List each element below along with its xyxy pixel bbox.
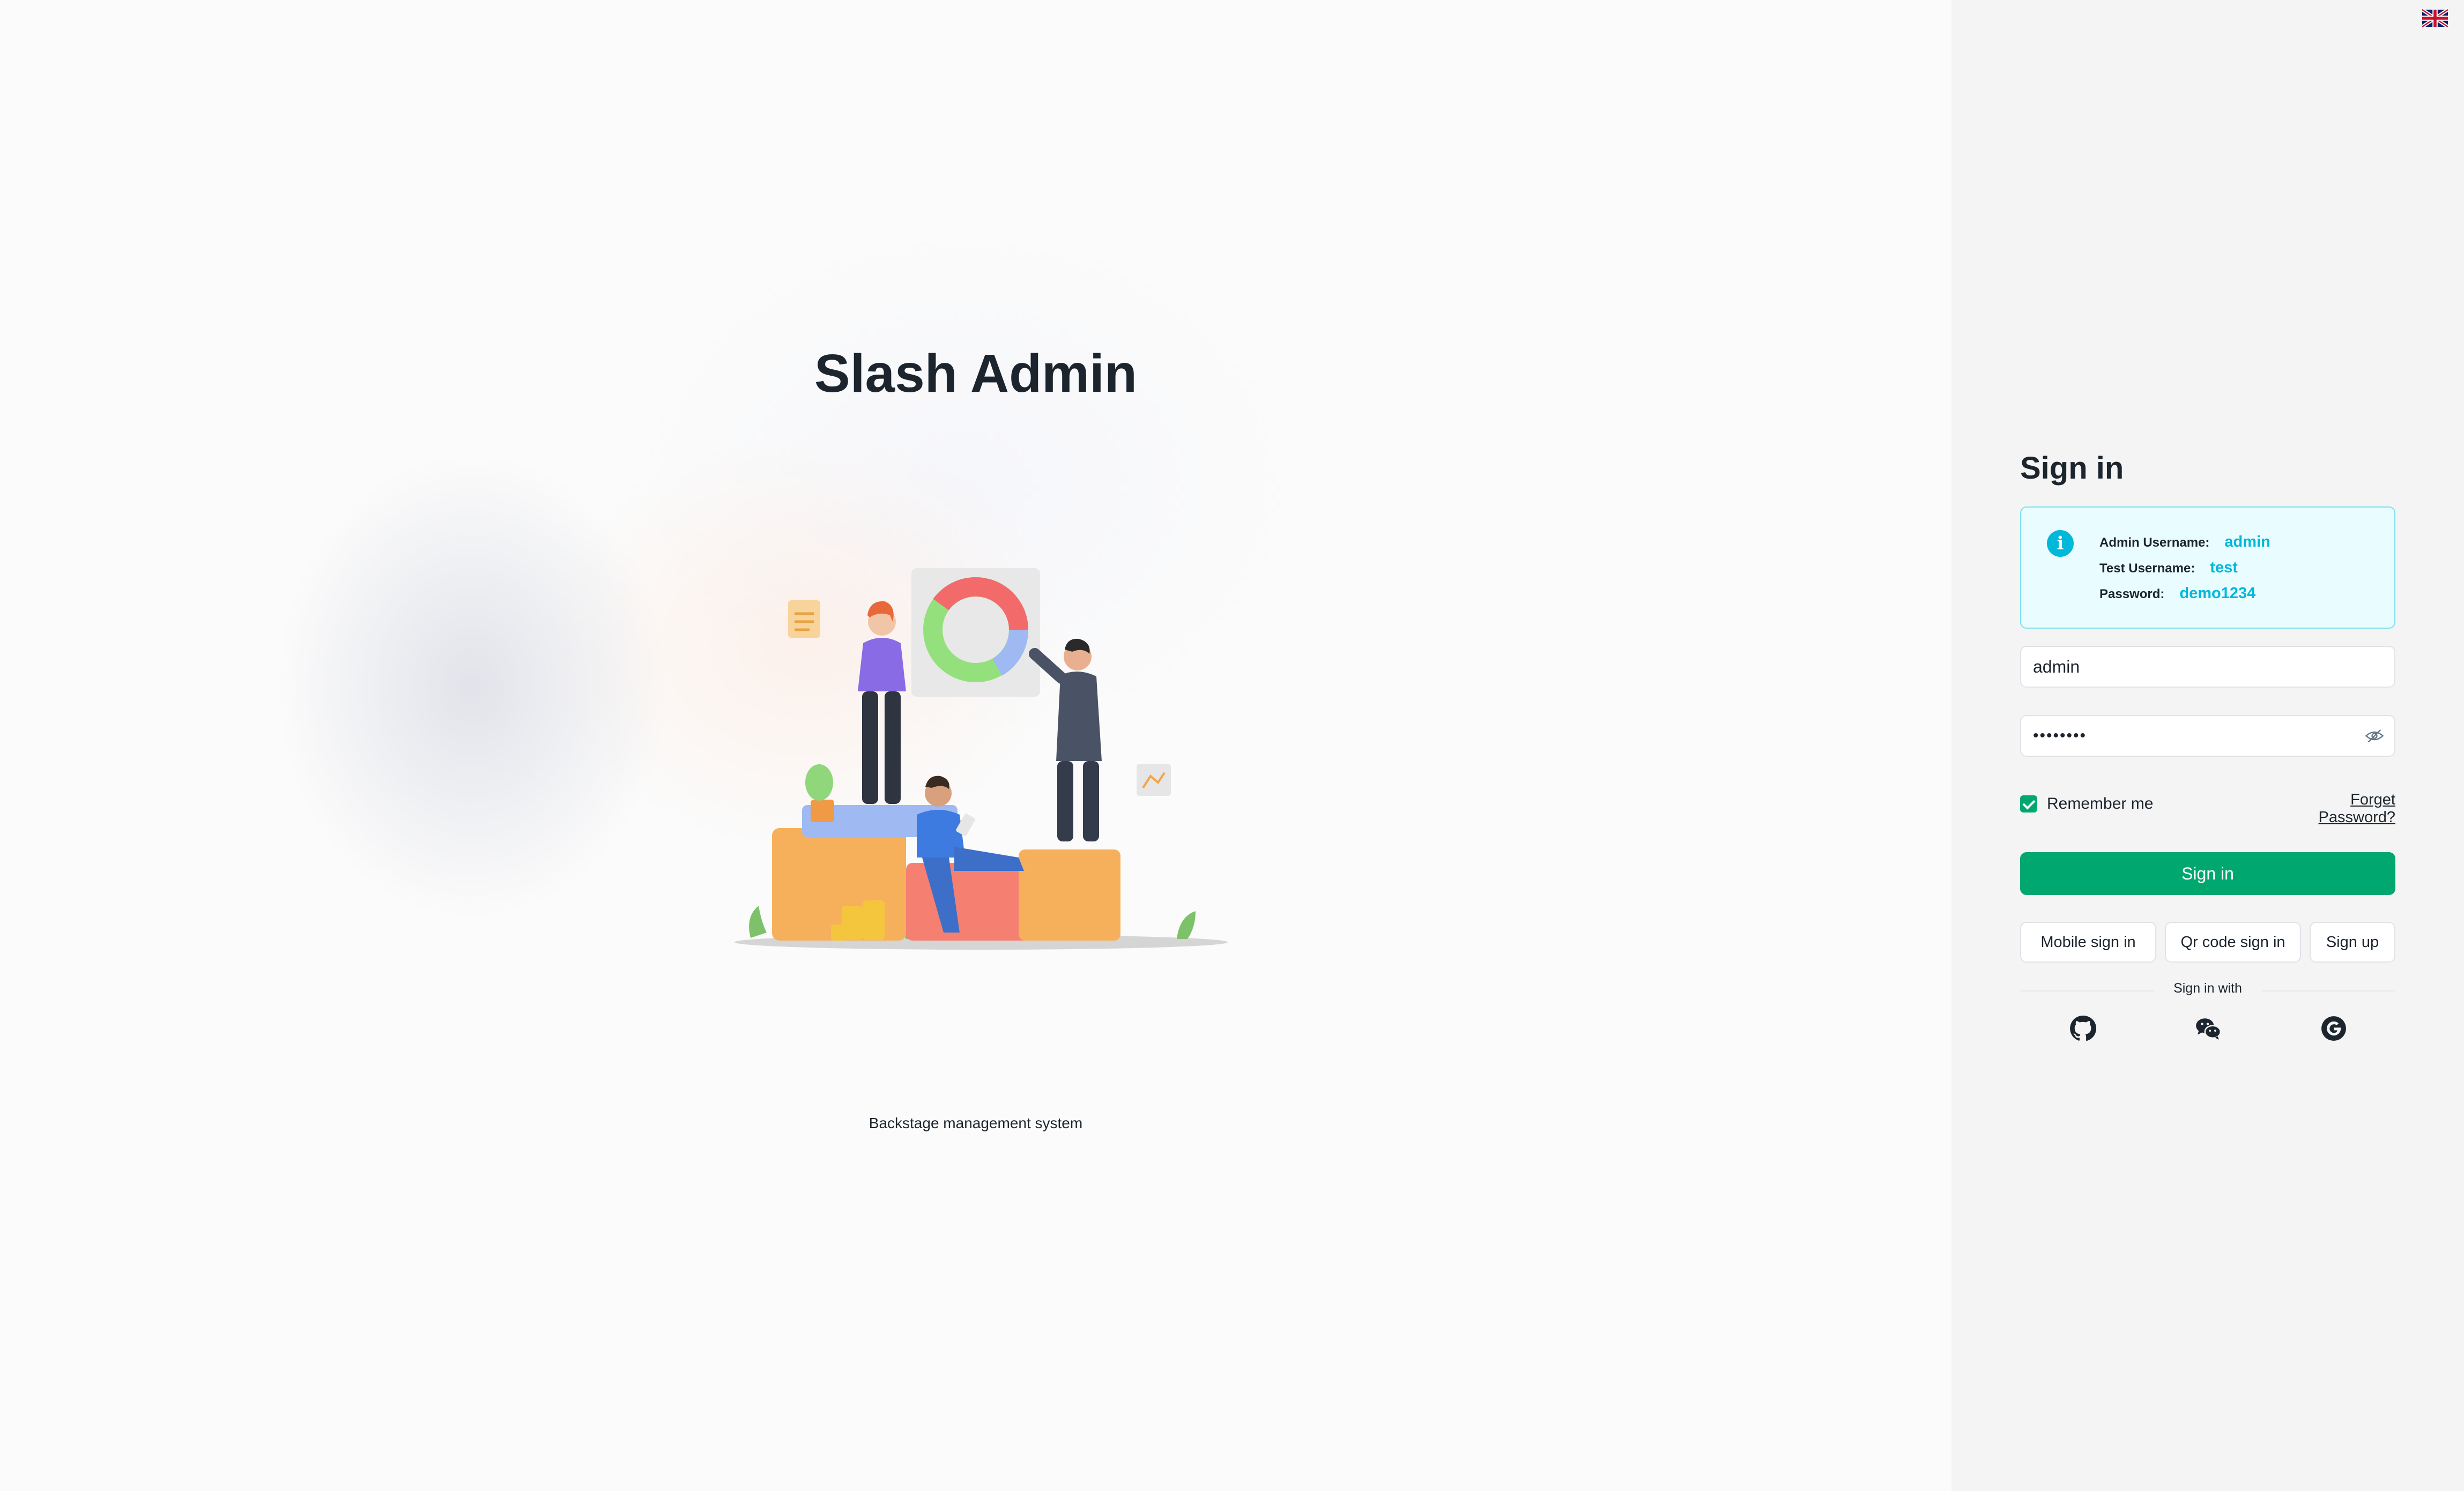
app-title: Slash Admin: [814, 344, 1137, 404]
eye-off-icon[interactable]: [2365, 728, 2384, 744]
signin-button[interactable]: Sign in: [2020, 852, 2395, 895]
test-username-value: test: [2210, 559, 2238, 576]
admin-username-value: admin: [2224, 533, 2270, 550]
remember-checkbox[interactable]: [2020, 795, 2037, 812]
test-username-label: Test Username:: [2099, 561, 2195, 576]
uk-flag-icon[interactable]: [2422, 9, 2448, 28]
password-value: demo1234: [2179, 585, 2256, 602]
google-icon[interactable]: [2320, 1015, 2347, 1042]
dashboard-illustration: [734, 568, 1228, 950]
signin-with-label: Sign in with: [2154, 981, 2261, 996]
mobile-signin-button[interactable]: Mobile sign in: [2020, 922, 2156, 963]
password-row: Password: demo1234: [2099, 585, 2255, 602]
username-input[interactable]: admin: [2020, 646, 2395, 688]
info-icon: i: [2047, 530, 2074, 557]
wechat-icon[interactable]: [2195, 1015, 2222, 1042]
password-label: Password:: [2099, 587, 2165, 601]
signin-title: Sign in: [2020, 451, 2124, 486]
forgot-password-link[interactable]: Forget Password?: [2273, 791, 2395, 826]
qr-signin-button[interactable]: Qr code sign in: [2165, 922, 2301, 963]
test-username-row: Test Username: test: [2099, 559, 2238, 577]
hero-section: Slash Admin Backstage management system: [0, 0, 1951, 1491]
password-input[interactable]: ••••••••: [2020, 715, 2395, 757]
app-subtitle: Backstage management system: [869, 1115, 1083, 1131]
admin-username-label: Admin Username:: [2099, 535, 2210, 550]
signup-button[interactable]: Sign up: [2310, 922, 2395, 963]
remember-label: Remember me: [2047, 795, 2154, 812]
demo-credentials-alert: i Admin Username: admin Test Username: tes…: [2020, 506, 2395, 629]
admin-username-row: Admin Username: admin: [2099, 533, 2270, 551]
remember-me[interactable]: Remember me: [2020, 795, 2153, 813]
password-masked-value: ••••••••: [2033, 727, 2087, 744]
github-icon[interactable]: [2069, 1015, 2096, 1042]
